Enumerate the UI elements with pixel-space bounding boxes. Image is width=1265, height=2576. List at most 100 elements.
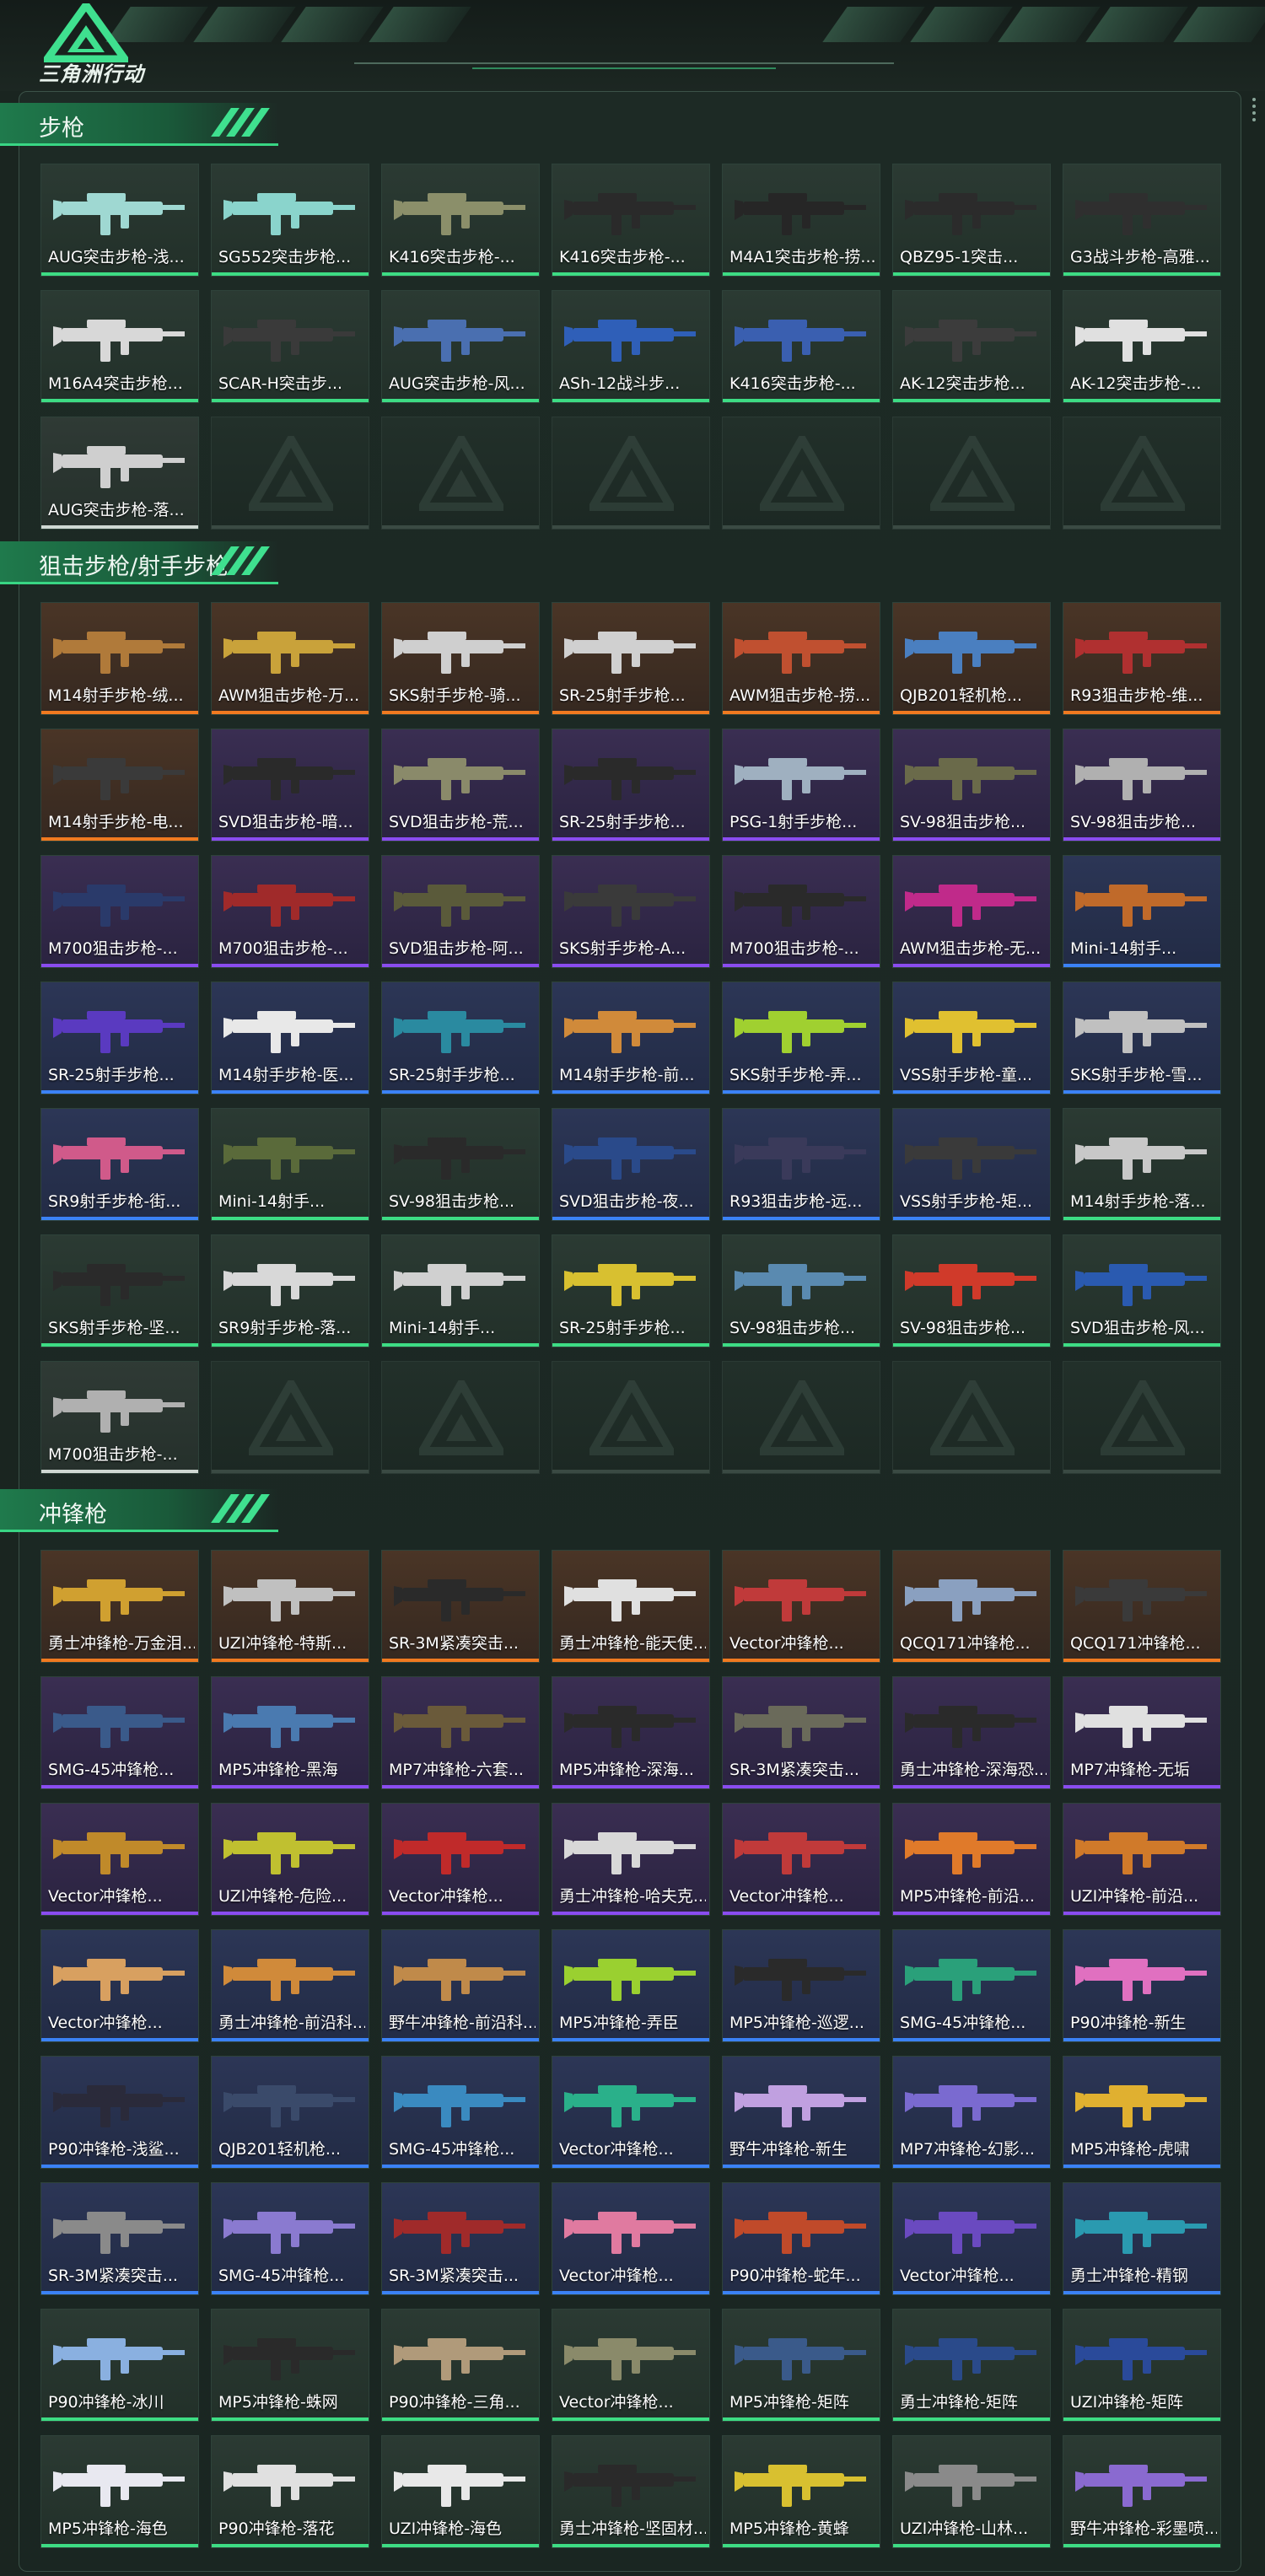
weapon-card[interactable]: SMG-45冲锋枪...: [381, 2056, 540, 2169]
weapon-card[interactable]: R93狙击步枪-维...: [1063, 602, 1221, 715]
weapon-card[interactable]: UZI冲锋枪-危险...: [211, 1803, 369, 1916]
weapon-card[interactable]: P90冲锋枪-冰川: [40, 2309, 199, 2422]
weapon-card[interactable]: UZI冲锋枪-海色: [381, 2435, 540, 2548]
weapon-card[interactable]: Vector冲锋枪...: [381, 1803, 540, 1916]
weapon-card[interactable]: VSS射手步枪-童...: [892, 981, 1051, 1094]
weapon-card[interactable]: SR-25射手步枪...: [552, 1234, 710, 1347]
weapon-card[interactable]: ASh-12战斗步...: [552, 290, 710, 403]
weapon-card[interactable]: SCAR-H突击步...: [211, 290, 369, 403]
weapon-card[interactable]: Vector冲锋枪...: [552, 2182, 710, 2295]
weapon-card[interactable]: SR9射手步枪-街...: [40, 1108, 199, 1221]
weapon-card[interactable]: M14射手步枪-电...: [40, 729, 199, 842]
weapon-card[interactable]: MP5冲锋枪-海色: [40, 2435, 199, 2548]
weapon-card[interactable]: M700狙击步枪-...: [722, 855, 880, 968]
weapon-card[interactable]: SR-25射手步枪...: [552, 602, 710, 715]
weapon-card[interactable]: P90冲锋枪-浅鲨...: [40, 2056, 199, 2169]
weapon-card[interactable]: 勇士冲锋枪-能天使...: [552, 1550, 710, 1663]
weapon-card[interactable]: Mini-14射手...: [211, 1108, 369, 1221]
weapon-card[interactable]: MP5冲锋枪-深海...: [552, 1676, 710, 1789]
weapon-card[interactable]: K416突击步枪-...: [381, 164, 540, 277]
weapon-card[interactable]: SR-25射手步枪...: [381, 981, 540, 1094]
weapon-card[interactable]: P90冲锋枪-三角...: [381, 2309, 540, 2422]
weapon-card[interactable]: M700狙击步枪-...: [40, 855, 199, 968]
weapon-card[interactable]: Mini-14射手...: [1063, 855, 1221, 968]
weapon-card[interactable]: P90冲锋枪-新生: [1063, 1929, 1221, 2042]
weapon-card[interactable]: AWM狙击步枪-捞...: [722, 602, 880, 715]
weapon-card[interactable]: SKS射手步枪-弄...: [722, 981, 880, 1094]
weapon-card[interactable]: SVD狙击步枪-暗...: [211, 729, 369, 842]
weapon-card[interactable]: SKS射手步枪-雪...: [1063, 981, 1221, 1094]
weapon-card[interactable]: 勇士冲锋枪-深海恐...: [892, 1676, 1051, 1789]
weapon-card[interactable]: SV-98狙击步枪...: [722, 1234, 880, 1347]
weapon-card[interactable]: K416突击步枪-...: [722, 290, 880, 403]
weapon-card[interactable]: SR-3M紧凑突击...: [40, 2182, 199, 2295]
weapon-card[interactable]: SMG-45冲锋枪...: [211, 2182, 369, 2295]
weapon-card[interactable]: Mini-14射手...: [381, 1234, 540, 1347]
weapon-card[interactable]: QCQ171冲锋枪...: [892, 1550, 1051, 1663]
weapon-card[interactable]: M16A4突击步枪...: [40, 290, 199, 403]
weapon-card[interactable]: MP5冲锋枪-巡逻...: [722, 1929, 880, 2042]
weapon-card[interactable]: 勇士冲锋枪-坚固材...: [552, 2435, 710, 2548]
weapon-card[interactable]: AK-12突击步枪...: [892, 290, 1051, 403]
weapon-card[interactable]: UZI冲锋枪-矩阵: [1063, 2309, 1221, 2422]
weapon-card[interactable]: SVD狙击步枪-荒...: [381, 729, 540, 842]
weapon-card[interactable]: AUG突击步枪-落...: [40, 417, 199, 530]
weapon-card[interactable]: AWM狙击步枪-无...: [892, 855, 1051, 968]
weapon-card[interactable]: AK-12突击步枪-...: [1063, 290, 1221, 403]
weapon-card[interactable]: P90冲锋枪-蛇年...: [722, 2182, 880, 2295]
weapon-card[interactable]: SKS射手步枪-坚...: [40, 1234, 199, 1347]
weapon-card[interactable]: SMG-45冲锋枪...: [892, 1929, 1051, 2042]
weapon-card[interactable]: SV-98狙击步枪...: [892, 729, 1051, 842]
weapon-card[interactable]: 勇士冲锋枪-前沿科...: [211, 1929, 369, 2042]
weapon-card[interactable]: SKS射手步枪-骑...: [381, 602, 540, 715]
weapon-card[interactable]: P90冲锋枪-落花: [211, 2435, 369, 2548]
weapon-card[interactable]: G3战斗步枪-高雅...: [1063, 164, 1221, 277]
weapon-card[interactable]: QCQ171冲锋枪...: [1063, 1550, 1221, 1663]
weapon-card[interactable]: SV-98狙击步枪...: [1063, 729, 1221, 842]
weapon-card[interactable]: QJB201轻机枪...: [892, 602, 1051, 715]
weapon-card[interactable]: K416突击步枪-...: [552, 164, 710, 277]
weapon-card[interactable]: Vector冲锋枪...: [40, 1929, 199, 2042]
weapon-card[interactable]: M14射手步枪-落...: [1063, 1108, 1221, 1221]
weapon-card[interactable]: MP7冲锋枪-六套...: [381, 1676, 540, 1789]
weapon-card[interactable]: SR-25射手步枪...: [552, 729, 710, 842]
weapon-card[interactable]: M14射手步枪-前...: [552, 981, 710, 1094]
weapon-card[interactable]: AUG突击步枪-风...: [381, 290, 540, 403]
weapon-card[interactable]: SR-3M紧凑突击...: [381, 2182, 540, 2295]
weapon-card[interactable]: SVD狙击步枪-夜...: [552, 1108, 710, 1221]
weapon-card[interactable]: MP5冲锋枪-虎啸: [1063, 2056, 1221, 2169]
weapon-card[interactable]: 野牛冲锋枪-彩墨喷...: [1063, 2435, 1221, 2548]
weapon-card[interactable]: MP7冲锋枪-无垢: [1063, 1676, 1221, 1789]
weapon-card[interactable]: Vector冲锋枪...: [892, 2182, 1051, 2295]
weapon-card[interactable]: 野牛冲锋枪-前沿科...: [381, 1929, 540, 2042]
weapon-card[interactable]: SR-25射手步枪...: [40, 981, 199, 1094]
weapon-card[interactable]: UZI冲锋枪-前沿...: [1063, 1803, 1221, 1916]
weapon-card[interactable]: SVD狙击步枪-风...: [1063, 1234, 1221, 1347]
weapon-card[interactable]: MP5冲锋枪-黑海: [211, 1676, 369, 1789]
weapon-card[interactable]: MP5冲锋枪-黄蜂: [722, 2435, 880, 2548]
weapon-card[interactable]: 勇士冲锋枪-矩阵: [892, 2309, 1051, 2422]
weapon-card[interactable]: AUG突击步枪-浅...: [40, 164, 199, 277]
weapon-card[interactable]: M14射手步枪-绒...: [40, 602, 199, 715]
weapon-card[interactable]: UZI冲锋枪-山林...: [892, 2435, 1051, 2548]
weapon-card[interactable]: 勇士冲锋枪-万金泪...: [40, 1550, 199, 1663]
weapon-card[interactable]: UZI冲锋枪-特斯...: [211, 1550, 369, 1663]
weapon-card[interactable]: 野牛冲锋枪-新生: [722, 2056, 880, 2169]
weapon-card[interactable]: MP7冲锋枪-幻影...: [892, 2056, 1051, 2169]
weapon-card[interactable]: M4A1突击步枪-捞...: [722, 164, 880, 277]
scroll-indicator[interactable]: [1252, 94, 1257, 145]
weapon-card[interactable]: 勇士冲锋枪-精钢: [1063, 2182, 1221, 2295]
weapon-card[interactable]: SV-98狙击步枪...: [381, 1108, 540, 1221]
weapon-card[interactable]: M700狙击步枪-...: [211, 855, 369, 968]
weapon-card[interactable]: PSG-1射手步枪...: [722, 729, 880, 842]
weapon-card[interactable]: SKS射手步枪-A...: [552, 855, 710, 968]
weapon-card[interactable]: SR-3M紧凑突击...: [722, 1676, 880, 1789]
weapon-card[interactable]: Vector冲锋枪...: [552, 2056, 710, 2169]
weapon-card[interactable]: MP5冲锋枪-弄臣: [552, 1929, 710, 2042]
weapon-card[interactable]: SVD狙击步枪-阿...: [381, 855, 540, 968]
weapon-card[interactable]: Vector冲锋枪...: [722, 1803, 880, 1916]
weapon-card[interactable]: Vector冲锋枪...: [552, 2309, 710, 2422]
weapon-card[interactable]: MP5冲锋枪-蛛网: [211, 2309, 369, 2422]
weapon-card[interactable]: SR9射手步枪-落...: [211, 1234, 369, 1347]
weapon-card[interactable]: QBZ95-1突击...: [892, 164, 1051, 277]
